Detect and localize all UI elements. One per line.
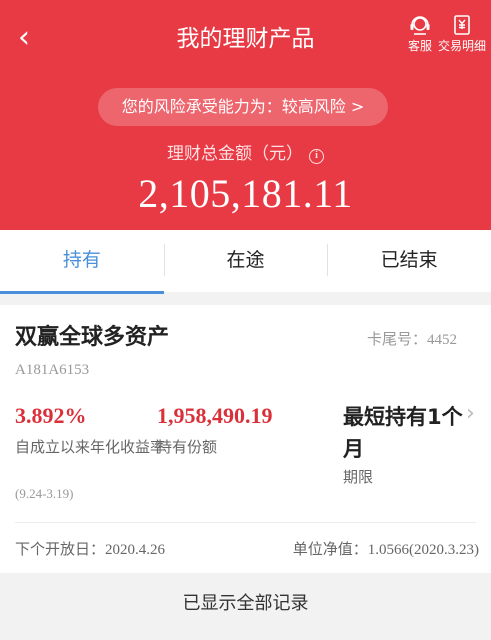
holding-share: 1,958,490.19 [157,403,273,428]
total-amount-label: 理财总金额（元） i [0,142,491,166]
all-records-shown: 已显示全部记录 [0,573,491,640]
holding-share-label: 持有份额 [157,438,218,456]
card-tail-number: 4452 [427,332,457,348]
rate-date-range: (9.24-3.19) [15,486,74,501]
tab-in-transit[interactable]: 在途 [163,230,328,292]
unit-nav-label: 单位净值： [292,540,368,558]
next-open-date: 下个开放日：2020.4.26 [15,538,165,561]
transaction-details-label: 交易明细 [437,39,486,53]
headset-icon [410,16,430,35]
transaction-details-button[interactable]: 交易明细 [434,14,490,54]
tab-bar: 持有 在途 已结束 [0,230,491,294]
product-name: 双赢全球多资产 [15,325,170,350]
chevron-right-icon[interactable]: › [466,399,486,429]
holding-period-label: 期限 [343,468,374,486]
receipt-icon [454,15,470,35]
tab-ended[interactable]: 已结束 [327,230,491,292]
header: ‹ 我的理财产品 客服 交易明细 您的风险承受能力为：较高风险 > 理财总金额（… [0,0,491,230]
info-icon[interactable]: i [309,149,324,164]
card-tail-label: 卡尾号： [366,330,427,348]
card-tail: 卡尾号：4452 [367,329,457,350]
risk-level-banner[interactable]: 您的风险承受能力为：较高风险 > [98,88,388,126]
holding-period: 最短持有1个月 [343,405,463,461]
product-code: A181A6153 [15,362,90,378]
next-open-value: 2020.4.26 [105,542,166,558]
total-amount: 2,105,181.11 [138,171,353,216]
next-open-label: 下个开放日： [15,540,106,558]
tab-holding[interactable]: 持有 [0,230,164,294]
product-card[interactable]: 双赢全球多资产 卡尾号：4452 A181A6153 3.892% 自成立以来年… [0,305,491,573]
annualized-rate-label: 自成立以来年化收益率 [15,438,166,456]
total-amount-label-text: 理财总金额（元） [167,144,303,164]
unit-nav: 单位净值：1.0566(2020.3.23) [293,538,479,561]
unit-nav-value: 1.0566(2020.3.23) [367,542,479,558]
annualized-rate: 3.892% [15,403,87,428]
card-divider [15,522,476,523]
